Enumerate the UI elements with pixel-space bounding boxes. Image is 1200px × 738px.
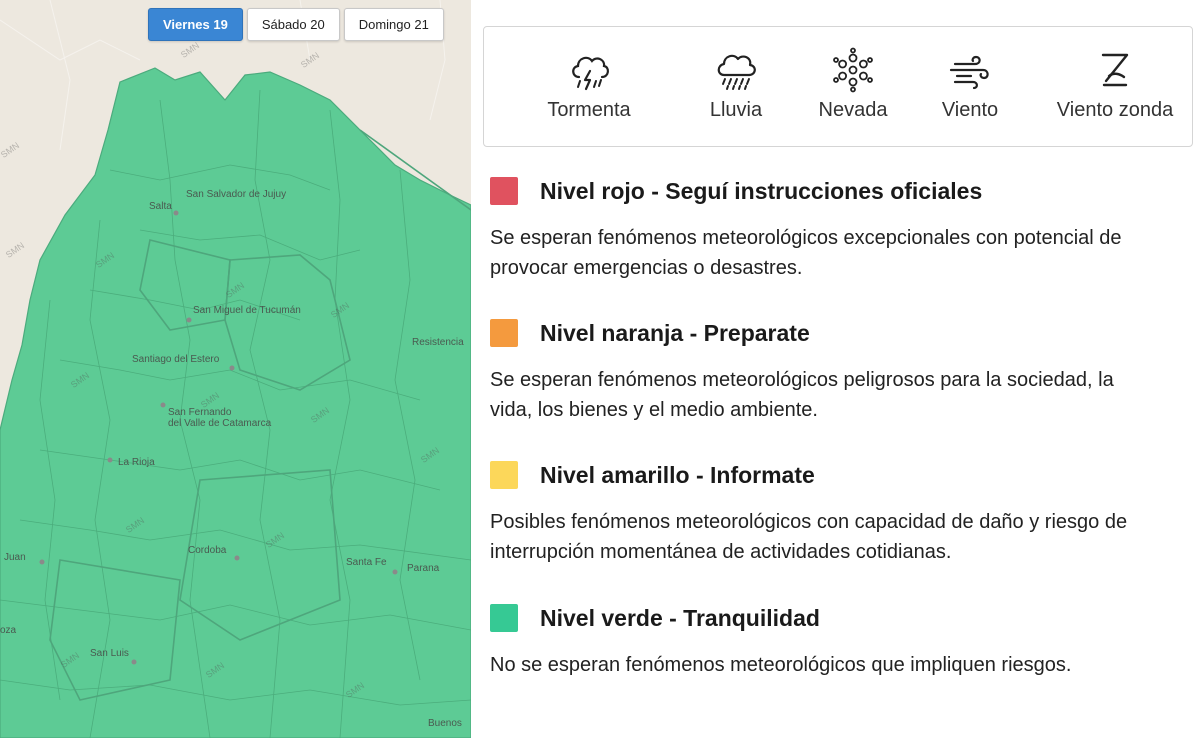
phenomenon-rain[interactable]: Lluvia bbox=[671, 47, 801, 122]
level-green: Nivel verde - Tranquilidad No se esperan… bbox=[490, 604, 1190, 680]
level-orange: Nivel naranja - Preparate Se esperan fen… bbox=[490, 319, 1190, 425]
phenomenon-label: Viento zonda bbox=[1056, 99, 1174, 121]
level-yellow: Nivel amarillo - Informate Posibles fenó… bbox=[490, 461, 1190, 567]
phenomenon-label: Lluvia bbox=[709, 99, 763, 121]
level-title: Nivel verde - Tranquilidad bbox=[540, 604, 820, 631]
phenomenon-storm[interactable]: Tormenta bbox=[524, 47, 654, 122]
phenomenon-label: Viento bbox=[941, 99, 999, 121]
phenomenon-snow[interactable]: Nevada bbox=[788, 47, 918, 122]
date-tab-viernes[interactable]: Viernes 19 bbox=[148, 8, 243, 41]
city-label: San Fernando bbox=[168, 407, 232, 418]
date-tab-domingo[interactable]: Domingo 21 bbox=[343, 8, 444, 41]
city-label: Santiago del Estero bbox=[132, 354, 220, 365]
wind-icon bbox=[949, 55, 989, 90]
date-tabs: Viernes 19 Sábado 20 Domingo 21 bbox=[148, 8, 444, 41]
level-description: No se esperan fenómenos meteorológicos q… bbox=[490, 654, 1072, 676]
storm-icon bbox=[572, 56, 609, 91]
phenomena-filter: Tormenta Lluvia Nevada Viento Viento zon… bbox=[483, 26, 1193, 147]
phenomenon-label: Nevada bbox=[818, 99, 888, 121]
level-title: Nivel rojo - Seguí instrucciones oficial… bbox=[540, 177, 983, 204]
rain-icon bbox=[717, 54, 756, 90]
city-label: San Salvador de Jujuy bbox=[186, 189, 287, 200]
level-description: Se esperan fenómenos meteorológicos exce… bbox=[490, 227, 1122, 279]
level-color-swatch bbox=[490, 177, 518, 205]
level-description: Se esperan fenómenos meteorológicos peli… bbox=[490, 369, 1114, 421]
phenomenon-zonda-wind[interactable]: Viento zonda bbox=[1050, 47, 1180, 122]
zonda-wind-icon bbox=[1101, 53, 1129, 87]
city-label: Santa Fe bbox=[346, 557, 387, 568]
city-label: Juan bbox=[4, 552, 26, 563]
date-tab-sabado[interactable]: Sábado 20 bbox=[246, 8, 340, 41]
level-red: Nivel rojo - Seguí instrucciones oficial… bbox=[490, 177, 1190, 283]
phenomenon-label: Tormenta bbox=[547, 99, 631, 121]
city-label: La Rioja bbox=[118, 457, 155, 468]
level-color-swatch bbox=[490, 461, 518, 489]
city-label: del Valle de Catamarca bbox=[168, 418, 272, 429]
city-label: oza bbox=[0, 625, 17, 636]
snow-icon bbox=[833, 47, 873, 93]
phenomenon-wind[interactable]: Viento bbox=[905, 47, 1035, 122]
level-title: Nivel amarillo - Informate bbox=[540, 461, 815, 488]
city-label: San Luis bbox=[90, 648, 129, 659]
city-label: Resistencia bbox=[412, 337, 464, 348]
city-label: Buenos bbox=[428, 718, 462, 729]
level-color-swatch bbox=[490, 604, 518, 632]
city-label: Cordoba bbox=[188, 545, 227, 556]
level-description: Posibles fenómenos meteorológicos con ca… bbox=[490, 511, 1128, 563]
argentina-map-shape bbox=[0, 0, 471, 738]
city-label: Parana bbox=[407, 563, 440, 574]
level-color-swatch bbox=[490, 319, 518, 347]
alert-map[interactable]: SMN SMN SMN SMN SMN SMN SMN SMN SMN SMN … bbox=[0, 0, 471, 738]
level-title: Nivel naranja - Preparate bbox=[540, 319, 810, 346]
city-label: Salta bbox=[149, 201, 172, 212]
city-label: San Miguel de Tucumán bbox=[193, 305, 301, 316]
